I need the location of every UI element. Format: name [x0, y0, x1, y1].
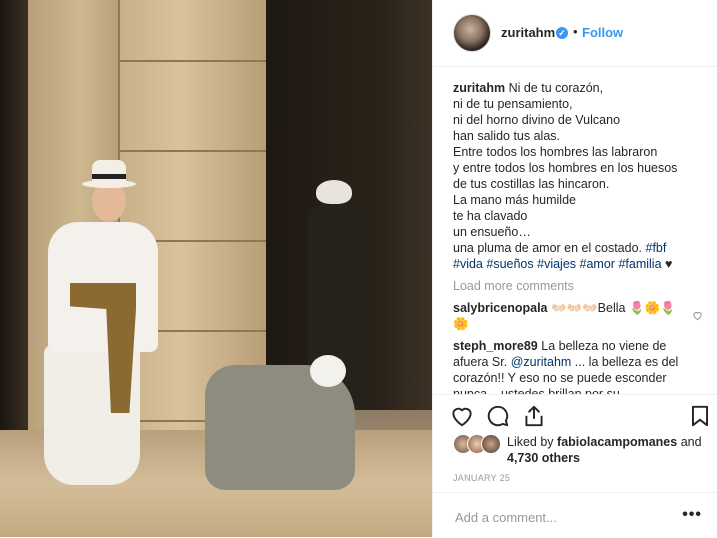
likes-summary[interactable]: Liked by fabiolacampomanes and 4,730 oth…: [453, 432, 713, 468]
caption-line: una pluma de amor en el costado. #fbf: [453, 240, 703, 256]
hat-brim: [82, 180, 136, 188]
seated-man-turban: [310, 355, 346, 387]
hashtag-link[interactable]: #fbf: [646, 241, 667, 255]
caption-hashtags: #vida #sueños #viajes #amor #familia ♥: [453, 256, 703, 272]
post-side-panel: zuritahm ✓ • Follow zuritahm Ni de tu co…: [432, 0, 717, 537]
caption-line: zuritahm Ni de tu corazón,: [453, 80, 703, 96]
hat-band: [92, 174, 126, 179]
avatar: [481, 434, 501, 454]
comment-item: salybricenopala 👐🏻👐🏻👐🏻Bella 🌷🌼🌷🌼: [453, 300, 703, 332]
comment-item: steph_more89 La belleza no viene de afue…: [453, 338, 703, 394]
verified-badge-icon: ✓: [556, 27, 568, 39]
caption-line: y entre todos los hombres en los huesos: [453, 161, 678, 175]
caption-line: Entre todos los hombres las labraron: [453, 145, 658, 159]
load-more-comments-button[interactable]: Load more comments: [453, 278, 703, 294]
stone-joint: [120, 150, 268, 152]
hashtag-link[interactable]: #viajes: [537, 257, 576, 271]
post-date[interactable]: JANUARY 25: [453, 473, 510, 483]
bookmark-icon[interactable]: [687, 403, 713, 429]
likes-others-count[interactable]: 4,730 others: [507, 451, 580, 465]
comments-list[interactable]: zuritahm Ni de tu corazón, ni de tu pens…: [453, 80, 703, 394]
likes-prefix: Liked by: [507, 435, 558, 449]
likes-text: Liked by fabiolacampomanes and 4,730 oth…: [507, 434, 717, 466]
comment-like-icon[interactable]: [692, 310, 703, 326]
caption-text: Ni de tu corazón,: [508, 81, 604, 95]
caption-line: un ensueño…: [453, 225, 531, 239]
heart-outline-icon[interactable]: [449, 403, 475, 429]
add-comment-bar: •••: [433, 492, 717, 538]
hashtag-link[interactable]: #sueños: [486, 257, 533, 271]
post-photo[interactable]: [0, 0, 432, 537]
share-icon[interactable]: [521, 403, 547, 429]
caption-line: te ha clavado: [453, 209, 528, 223]
standing-man-turban: [316, 180, 352, 204]
caption-text: una pluma de amor en el costado.: [453, 241, 643, 255]
heart-emoji: ♥: [665, 257, 673, 271]
caption: zuritahm Ni de tu corazón, ni de tu pens…: [453, 80, 703, 272]
liked-by-username[interactable]: fabiolacampomanes: [557, 435, 677, 449]
comment-username[interactable]: steph_more89: [453, 339, 538, 353]
post-username[interactable]: zuritahm: [501, 25, 555, 40]
follow-button[interactable]: Follow: [582, 25, 623, 40]
stone-joint: [120, 60, 268, 62]
comment-bubble-icon[interactable]: [485, 403, 511, 429]
caption-line: La mano más humilde: [453, 193, 576, 207]
hashtag-link[interactable]: #amor: [580, 257, 615, 271]
caption-username[interactable]: zuritahm: [453, 81, 505, 95]
woman-hat: [82, 160, 136, 190]
likes-and: and: [677, 435, 702, 449]
comment-username[interactable]: salybricenopala: [453, 301, 548, 315]
post-header: zuritahm ✓ • Follow: [433, 0, 717, 67]
more-options-button[interactable]: •••: [682, 506, 702, 524]
avatar[interactable]: [453, 14, 491, 52]
caption-line: de tus costillas las hincaron.: [453, 177, 610, 191]
seated-man: [205, 355, 365, 495]
caption-line: ni de tu pensamiento,: [453, 97, 573, 111]
separator-dot: •: [573, 24, 578, 39]
caption-line: han salido tus alas.: [453, 129, 561, 143]
comment-input[interactable]: [453, 507, 667, 527]
hashtag-link[interactable]: #vida: [453, 257, 483, 271]
post-actions-bar: [433, 394, 717, 435]
hashtag-link[interactable]: #familia: [618, 257, 661, 271]
caption-line: ni del horno divino de Vulcano: [453, 113, 621, 127]
mention-link[interactable]: @zuritahm: [511, 355, 572, 369]
